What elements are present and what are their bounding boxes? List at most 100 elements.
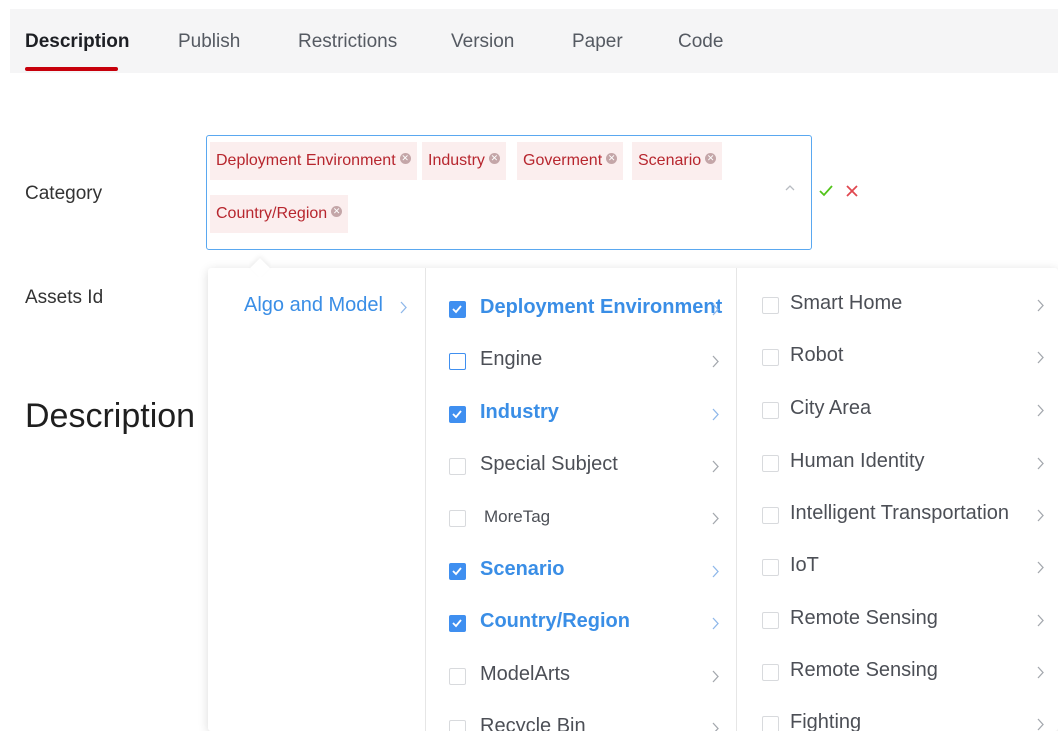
close-circle-icon[interactable]: ✕ [488, 153, 500, 164]
tab-version[interactable]: Version [451, 31, 514, 53]
cascader-option-city-area[interactable]: City Area [737, 385, 1058, 435]
cascader-option-moretag[interactable]: MoreTag [426, 493, 736, 543]
option-label: Algo and Model [244, 294, 383, 316]
checkbox[interactable] [449, 668, 466, 685]
tag-label: Goverment [523, 152, 603, 169]
checkbox[interactable] [762, 507, 779, 524]
category-label: Category [25, 183, 103, 204]
cascader-option-engine[interactable]: Engine [426, 336, 736, 386]
option-label: Industry [480, 401, 559, 423]
chevron-right-icon [400, 301, 407, 314]
checkbox[interactable] [449, 353, 466, 370]
option-label: Robot [790, 344, 844, 366]
cascader-option-industry[interactable]: Industry [426, 389, 736, 439]
option-label: Recycle Bin [480, 715, 586, 731]
cascader-option-remote-sensing[interactable]: Remote Sensing [737, 595, 1058, 645]
cascader-option-scenario[interactable]: Scenario [426, 546, 736, 596]
tab-paper[interactable]: Paper [572, 31, 623, 53]
close-circle-icon[interactable]: ✕ [606, 153, 618, 164]
option-label: Scenario [480, 558, 565, 580]
chevron-right-icon [1037, 457, 1044, 470]
option-label: Country/Region [480, 610, 630, 632]
option-label: Remote Sensing [790, 607, 938, 629]
cascader-option-robot[interactable]: Robot [737, 332, 1058, 382]
checkbox-checked[interactable] [449, 406, 466, 423]
option-label: ModelArts [480, 663, 571, 685]
tab-publish[interactable]: Publish [178, 31, 240, 53]
chevron-right-icon [712, 303, 719, 316]
tab-code[interactable]: Code [678, 31, 723, 53]
category-cascader-dropdown: Algo and Model Deployment Environment En… [208, 268, 1058, 731]
tab-restrictions[interactable]: Restrictions [298, 31, 397, 53]
option-label: City Area [790, 397, 872, 419]
chevron-right-icon [712, 722, 719, 731]
cascader-option-modelarts[interactable]: ModelArts [426, 651, 736, 701]
checkbox[interactable] [762, 402, 779, 419]
checkbox[interactable] [762, 297, 779, 314]
tag-goverment: Goverment ✕ [517, 142, 624, 180]
checkbox[interactable] [762, 612, 779, 629]
chevron-up-icon[interactable] [785, 183, 795, 193]
chevron-right-icon [1037, 666, 1044, 679]
cascader-column-level1: Algo and Model [208, 268, 425, 731]
checkbox-checked[interactable] [449, 615, 466, 632]
chevron-right-icon [1037, 299, 1044, 312]
tab-description[interactable]: Description [25, 31, 130, 53]
tag-deployment-environment: Deployment Environment ✕ [210, 142, 417, 180]
category-select[interactable]: Deployment Environment ✕ Industry ✕ Goverm… [206, 135, 812, 250]
cascader-option-recycle-bin[interactable]: Recycle Bin [426, 703, 736, 731]
chevron-right-icon [1037, 509, 1044, 522]
cascader-option-smart-home[interactable]: Smart Home [737, 280, 1058, 330]
tab-bar: Description Publish Restrictions Version… [10, 9, 1058, 73]
tag-country-region: Country/Region ✕ [210, 195, 349, 233]
cascader-option-intelligent-transportation[interactable]: Intelligent Transportation [737, 490, 1058, 540]
option-label: Fighting [790, 711, 862, 731]
checkbox[interactable] [762, 664, 779, 681]
tag-industry: Industry ✕ [422, 142, 506, 180]
cascader-option-fighting[interactable]: Fighting [737, 699, 1058, 731]
option-label: MoreTag [484, 507, 551, 526]
cascader-column-level3: Smart Home Robot City Area Human Identit… [736, 268, 1058, 731]
option-label: Human Identity [790, 450, 925, 472]
cascader-option-deployment-environment[interactable]: Deployment Environment [426, 284, 736, 334]
cascader-option-algo-and-model[interactable]: Algo and Model [208, 282, 425, 332]
chevron-right-icon [1037, 351, 1044, 364]
cascader-option-country-region[interactable]: Country/Region [426, 598, 736, 648]
checkbox[interactable] [449, 720, 466, 731]
checkbox[interactable] [449, 458, 466, 475]
cascader-option-iot[interactable]: IoT [737, 542, 1058, 592]
checkbox-checked[interactable] [449, 563, 466, 580]
description-section-title: Description [25, 397, 196, 435]
chevron-right-icon [712, 512, 719, 525]
close-circle-icon[interactable]: ✕ [399, 153, 411, 164]
checkbox[interactable] [762, 716, 779, 731]
checkbox-checked[interactable] [449, 301, 466, 318]
close-icon[interactable] [844, 183, 860, 199]
checkbox[interactable] [762, 349, 779, 366]
tag-label: Industry [428, 152, 485, 169]
cascader-option-human-identity[interactable]: Human Identity [737, 438, 1058, 488]
checkbox[interactable] [762, 559, 779, 576]
assets-id-label: Assets Id [25, 287, 104, 308]
chevron-right-icon [1037, 404, 1044, 417]
option-label: IoT [790, 554, 819, 576]
tag-label: Scenario [638, 152, 702, 169]
chevron-right-icon [1037, 718, 1044, 731]
option-label: Smart Home [790, 292, 903, 314]
close-circle-icon[interactable]: ✕ [705, 153, 717, 164]
chevron-right-icon [1037, 561, 1044, 574]
chevron-right-icon [712, 617, 719, 630]
cascader-option-special-subject[interactable]: Special Subject [426, 441, 736, 491]
checkbox[interactable] [449, 510, 466, 527]
chevron-right-icon [712, 565, 719, 578]
cascader-column-level2: Deployment Environment Engine Industry S… [425, 268, 736, 731]
cascader-option-remote-sensing-2[interactable]: Remote Sensing [737, 647, 1058, 697]
close-circle-icon[interactable]: ✕ [331, 206, 343, 217]
option-label: Remote Sensing [790, 659, 938, 681]
checkbox[interactable] [762, 455, 779, 472]
tag-label: Deployment Environment [216, 152, 396, 169]
check-icon[interactable] [818, 183, 834, 199]
option-label: Intelligent Transportation [790, 502, 1010, 524]
option-label: Engine [480, 348, 543, 370]
option-label: Special Subject [480, 453, 618, 475]
